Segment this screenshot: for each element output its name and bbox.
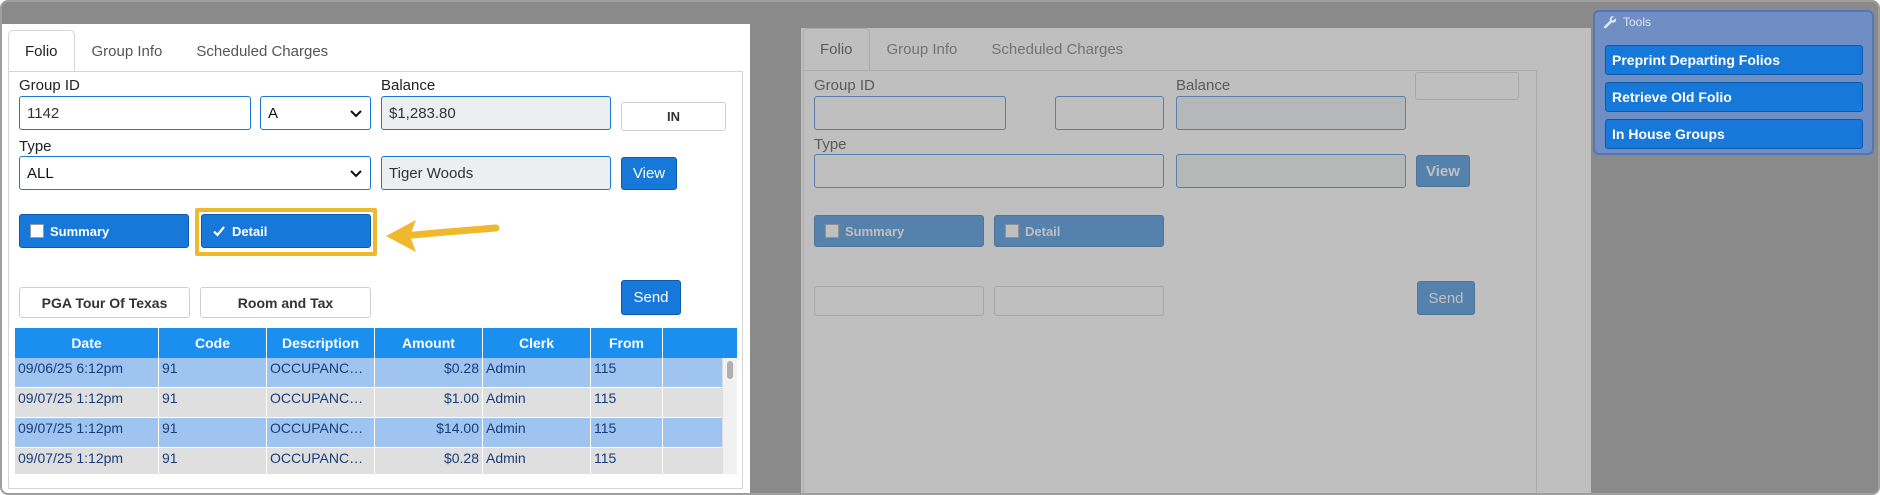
tab-bar: Folio Group Info Scheduled Charges xyxy=(8,30,345,72)
bg-balance-field xyxy=(1176,96,1406,130)
group-id-label: Group ID xyxy=(19,77,80,94)
in-house-groups-button[interactable]: In House Groups xyxy=(1605,119,1863,149)
column-header-date[interactable]: Date xyxy=(15,328,159,358)
preprint-departing-folios-button[interactable]: Preprint Departing Folios xyxy=(1605,45,1863,75)
bg-type-label: Type xyxy=(814,136,847,153)
pointer-arrow-icon xyxy=(386,220,500,252)
tab-folio[interactable]: Folio xyxy=(8,30,75,72)
bg-tab-group-info: Group Info xyxy=(886,41,958,58)
wrench-icon xyxy=(1603,16,1617,29)
pga-tour-of-texas-button[interactable]: PGA Tour Of Texas xyxy=(19,287,190,318)
bg-empty-field-1 xyxy=(814,286,984,316)
table-header: Date Code Description Amount Clerk From xyxy=(15,328,737,358)
table-row[interactable]: 09/07/25 1:12pm 91 OCCUPANCY ... $14.00 … xyxy=(15,418,737,448)
screen: Folio Group Info Scheduled Charges Group… xyxy=(0,0,1880,495)
balance-label: Balance xyxy=(381,77,436,94)
tools-title-bar: Tools xyxy=(1595,12,1872,32)
group-id-input[interactable]: 1142 xyxy=(19,96,251,130)
type-label: Type xyxy=(19,138,52,155)
bg-summary-toggle: Summary xyxy=(814,215,984,247)
tab-group-info[interactable]: Group Info xyxy=(75,30,180,72)
bg-detail-toggle: Detail xyxy=(994,215,1164,247)
table-row[interactable]: 09/07/25 1:12pm 91 OCCUPANCY ... $0.28 A… xyxy=(15,448,737,474)
bg-group-id-label: Group ID xyxy=(814,77,875,94)
bg-view-button: View xyxy=(1416,155,1470,187)
view-button[interactable]: View xyxy=(621,157,677,190)
bg-type-select xyxy=(814,154,1164,188)
table-scrollbar[interactable] xyxy=(722,358,737,474)
folio-panel: Folio Group Info Scheduled Charges Group… xyxy=(2,24,750,493)
column-header-from[interactable]: From xyxy=(591,328,663,358)
status-in-button[interactable]: IN xyxy=(621,102,726,131)
balance-field: $1,283.80 xyxy=(381,96,611,130)
column-header-amount[interactable]: Amount xyxy=(375,328,483,358)
type-select[interactable]: ALL xyxy=(19,156,371,190)
charges-table: Date Code Description Amount Clerk From … xyxy=(15,328,737,474)
bg-group-id-input xyxy=(814,96,1006,130)
summary-label: Summary xyxy=(50,223,110,239)
detail-highlight-box xyxy=(195,208,377,256)
tools-title: Tools xyxy=(1623,15,1652,29)
table-scrollbar-thumb[interactable] xyxy=(727,361,733,379)
table-row[interactable]: 09/06/25 6:12pm 91 OCCUPANCY ... $0.28 A… xyxy=(15,358,737,388)
bg-empty-field-2 xyxy=(994,286,1164,316)
tools-window: Tools Preprint Departing Folios Retrieve… xyxy=(1593,10,1874,155)
bg-name-field xyxy=(1176,154,1406,188)
column-header-clerk[interactable]: Clerk xyxy=(483,328,591,358)
chevron-down-icon xyxy=(350,170,362,178)
summary-toggle[interactable]: Summary xyxy=(19,214,189,248)
room-and-tax-button[interactable]: Room and Tax xyxy=(200,287,371,318)
guest-name-field: Tiger Woods xyxy=(381,156,611,190)
bg-tab-scheduled-charges: Scheduled Charges xyxy=(991,41,1124,58)
column-header-description[interactable]: Description xyxy=(267,328,375,358)
send-button[interactable]: Send xyxy=(621,280,681,315)
column-header-code[interactable]: Code xyxy=(159,328,267,358)
bg-send-button: Send xyxy=(1417,281,1475,315)
bg-tab-folio: Folio xyxy=(803,28,870,70)
retrieve-old-folio-button[interactable]: Retrieve Old Folio xyxy=(1605,82,1863,112)
summary-checkbox xyxy=(30,224,44,238)
column-header-extra xyxy=(663,328,737,358)
bg-status-field xyxy=(1415,72,1519,100)
bg-balance-label: Balance xyxy=(1176,77,1231,94)
group-letter-select[interactable]: A xyxy=(260,96,371,130)
bg-group-letter-select xyxy=(1055,96,1164,130)
table-row[interactable]: 09/07/25 1:12pm 91 OCCUPANCY ... $1.00 A… xyxy=(15,388,737,418)
tab-scheduled-charges[interactable]: Scheduled Charges xyxy=(179,30,345,72)
chevron-down-icon xyxy=(350,110,362,118)
